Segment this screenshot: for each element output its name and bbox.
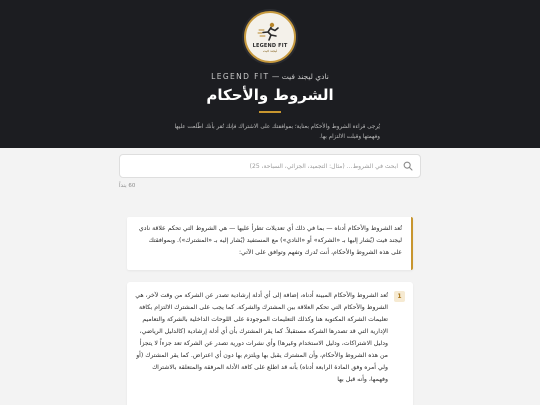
intro-text: تُعد الشروط والأحكام أدناه — بما في ذلك … (138, 225, 402, 256)
hero-header: LEGEND FIT ليجند فيت نادي ليجند فيت — LE… (0, 0, 540, 148)
brand-logo[interactable]: LEGEND FIT ليجند فيت (244, 11, 296, 63)
clause-card: 1 تُعد الشروط والأحكام المبينة أدناه، إض… (127, 282, 413, 405)
page-title: الشروط والأحكام (206, 86, 334, 104)
search-icon (403, 161, 413, 171)
title-divider (259, 111, 281, 113)
logo-subtext: ليجند فيت (262, 48, 278, 53)
search-box[interactable] (119, 154, 421, 178)
page-description: يُرجى قراءة الشروط والأحكام بعناية؛ بموا… (174, 124, 380, 140)
intro-card: تُعد الشروط والأحكام أدناه — بما في ذلك … (127, 217, 413, 270)
search-input[interactable] (127, 162, 398, 170)
clause-number-badge: 1 (394, 291, 405, 302)
clause-text: تُعد الشروط والأحكام المبينة أدناه، إضاف… (135, 292, 388, 383)
results-count: 60 بنداً (119, 183, 136, 189)
brand-line: نادي ليجند فيت — LEGEND FIT (211, 72, 329, 81)
runner-logo-icon (257, 22, 279, 41)
